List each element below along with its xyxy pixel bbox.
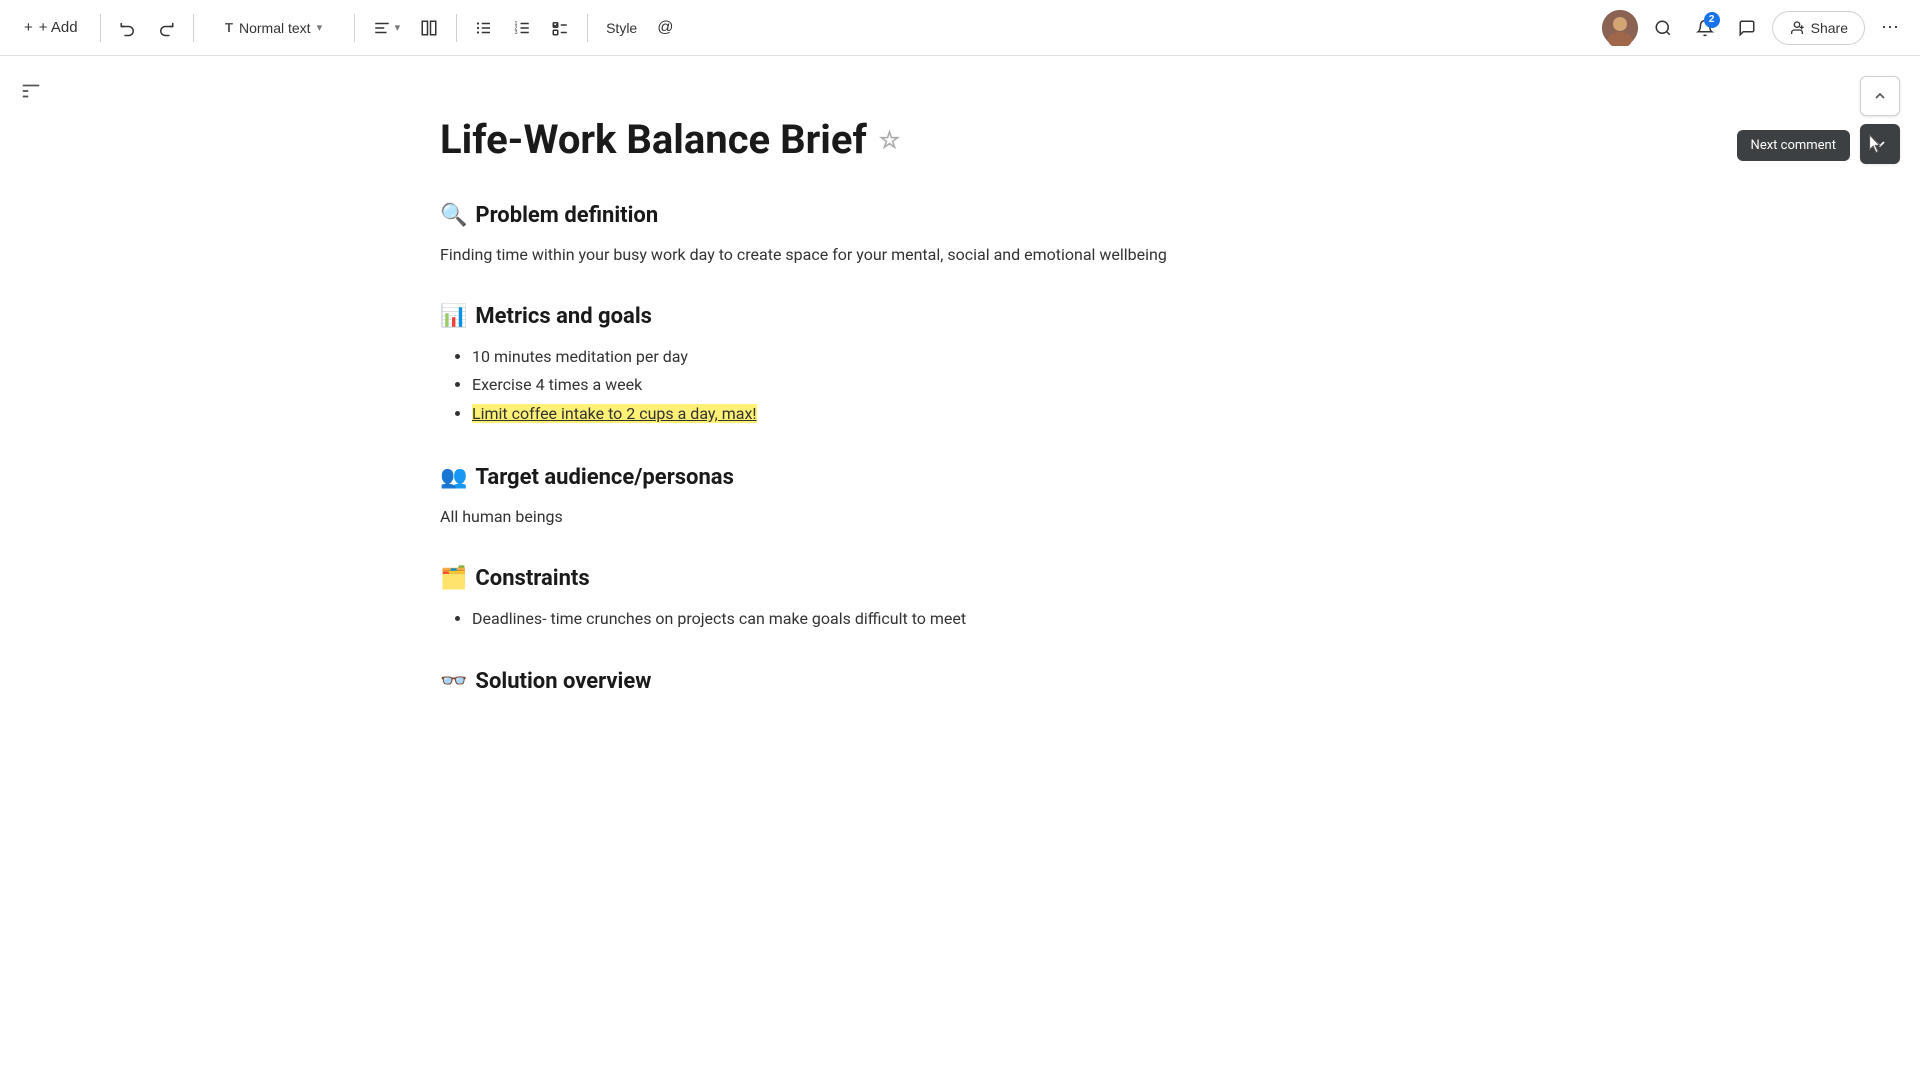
more-options-button[interactable]: ⋯ bbox=[1873, 10, 1908, 46]
text-icon: T bbox=[225, 20, 233, 35]
notification-button bbox=[1646, 10, 1680, 46]
align-chevron-icon: ▾ bbox=[395, 21, 401, 34]
section-metrics: 📊 Metrics and goals 10 minutes meditatio… bbox=[440, 304, 1500, 429]
columns-button[interactable] bbox=[412, 10, 446, 46]
undo-icon bbox=[119, 19, 137, 37]
section-problem-body: Finding time within your busy work day t… bbox=[440, 242, 1500, 268]
chevron-up-icon bbox=[1872, 88, 1888, 104]
sidebar-toggle-button[interactable] bbox=[16, 76, 46, 110]
numbered-list-icon: 1 2 3 bbox=[513, 19, 531, 37]
avatar[interactable] bbox=[1602, 10, 1638, 46]
divider-3 bbox=[354, 14, 355, 42]
prev-comment-button[interactable] bbox=[1860, 76, 1900, 116]
search-button[interactable] bbox=[1646, 10, 1680, 46]
align-button[interactable]: ▾ bbox=[365, 10, 409, 46]
style-label: Style bbox=[606, 20, 637, 36]
main-container: Life-Work Balance Brief ☆ 🔍 Problem defi… bbox=[0, 56, 1920, 1080]
constraints-bullet-list: Deadlines- time crunches on projects can… bbox=[440, 605, 1500, 634]
share-button[interactable]: Share bbox=[1772, 11, 1865, 45]
search-icon bbox=[1654, 19, 1672, 37]
solution-emoji: 👓 bbox=[440, 669, 467, 694]
share-person-icon bbox=[1789, 20, 1805, 36]
columns-icon bbox=[420, 19, 438, 37]
section-audience: 👥 Target audience/personas All human bei… bbox=[440, 465, 1500, 530]
toolbar-right: 2 Share ⋯ bbox=[1602, 10, 1908, 46]
sidebar-icon bbox=[20, 80, 42, 102]
list-item: Exercise 4 times a week bbox=[472, 371, 1500, 400]
more-icon: ⋯ bbox=[1881, 17, 1900, 38]
section-constraints: 🗂️ Constraints Deadlines- time crunches … bbox=[440, 566, 1500, 634]
document-area: Life-Work Balance Brief ☆ 🔍 Problem defi… bbox=[360, 56, 1560, 1080]
problem-emoji: 🔍 bbox=[440, 203, 467, 228]
divider-5 bbox=[587, 14, 588, 42]
text-style-button[interactable]: T Normal text ▾ bbox=[204, 10, 344, 46]
next-comment-button[interactable] bbox=[1860, 124, 1900, 164]
redo-icon bbox=[157, 19, 175, 37]
mention-button[interactable]: @ bbox=[649, 10, 681, 46]
text-style-chevron-icon: ▾ bbox=[317, 21, 323, 34]
section-constraints-heading: 🗂️ Constraints bbox=[440, 566, 1500, 591]
divider-2 bbox=[193, 14, 194, 42]
section-metrics-heading: 📊 Metrics and goals bbox=[440, 304, 1500, 329]
section-solution-heading: 👓 Solution overview bbox=[440, 669, 1500, 694]
next-comment-container: Next comment bbox=[1860, 124, 1900, 164]
svg-text:3: 3 bbox=[515, 30, 518, 36]
comment-navigation: Next comment bbox=[1860, 76, 1900, 164]
metrics-bullet-list: 10 minutes meditation per day Exercise 4… bbox=[440, 343, 1500, 429]
section-problem-heading: 🔍 Problem definition bbox=[440, 203, 1500, 228]
bullet-list-button[interactable] bbox=[467, 10, 501, 46]
notification-badge: 2 bbox=[1704, 12, 1720, 28]
numbered-list-button[interactable]: 1 2 3 bbox=[505, 10, 539, 46]
align-icon bbox=[373, 19, 391, 37]
add-button[interactable]: + + Add bbox=[12, 10, 90, 46]
next-comment-tooltip-label: Next comment bbox=[1751, 138, 1836, 153]
redo-button[interactable] bbox=[149, 10, 183, 46]
highlighted-bullet: Limit coffee intake to 2 cups a day, max… bbox=[472, 404, 757, 423]
text-style-label: Normal text bbox=[239, 20, 311, 36]
chevron-down-icon bbox=[1872, 136, 1888, 152]
constraints-emoji: 🗂️ bbox=[440, 566, 467, 591]
section-audience-body: All human beings bbox=[440, 504, 1500, 530]
add-icon: + bbox=[24, 19, 33, 36]
section-solution: 👓 Solution overview bbox=[440, 669, 1500, 694]
divider-4 bbox=[456, 14, 457, 42]
audience-emoji: 👥 bbox=[440, 465, 467, 490]
toolbar: + + Add T Normal text ▾ ▾ bbox=[0, 0, 1920, 56]
undo-button[interactable] bbox=[111, 10, 145, 46]
add-label: + Add bbox=[39, 19, 78, 36]
mention-icon: @ bbox=[657, 19, 673, 37]
divider-1 bbox=[100, 14, 101, 42]
next-comment-tooltip: Next comment bbox=[1737, 130, 1850, 161]
favorite-star-icon[interactable]: ☆ bbox=[879, 126, 901, 154]
checklist-button[interactable] bbox=[543, 10, 577, 46]
document-title: Life-Work Balance Brief ☆ bbox=[440, 116, 1500, 163]
checklist-icon bbox=[551, 19, 569, 37]
section-audience-heading: 👥 Target audience/personas bbox=[440, 465, 1500, 490]
section-problem: 🔍 Problem definition Finding time within… bbox=[440, 203, 1500, 268]
comments-button[interactable] bbox=[1730, 10, 1764, 46]
list-item: Deadlines- time crunches on projects can… bbox=[472, 605, 1500, 634]
list-item: Limit coffee intake to 2 cups a day, max… bbox=[472, 400, 1500, 429]
share-label: Share bbox=[1811, 20, 1848, 36]
bullet-list-icon bbox=[475, 19, 493, 37]
notifications-button[interactable]: 2 bbox=[1688, 10, 1722, 46]
list-item: 10 minutes meditation per day bbox=[472, 343, 1500, 372]
avatar-image bbox=[1602, 10, 1638, 46]
comments-icon bbox=[1738, 19, 1756, 37]
style-button[interactable]: Style bbox=[598, 10, 645, 46]
metrics-emoji: 📊 bbox=[440, 304, 467, 329]
